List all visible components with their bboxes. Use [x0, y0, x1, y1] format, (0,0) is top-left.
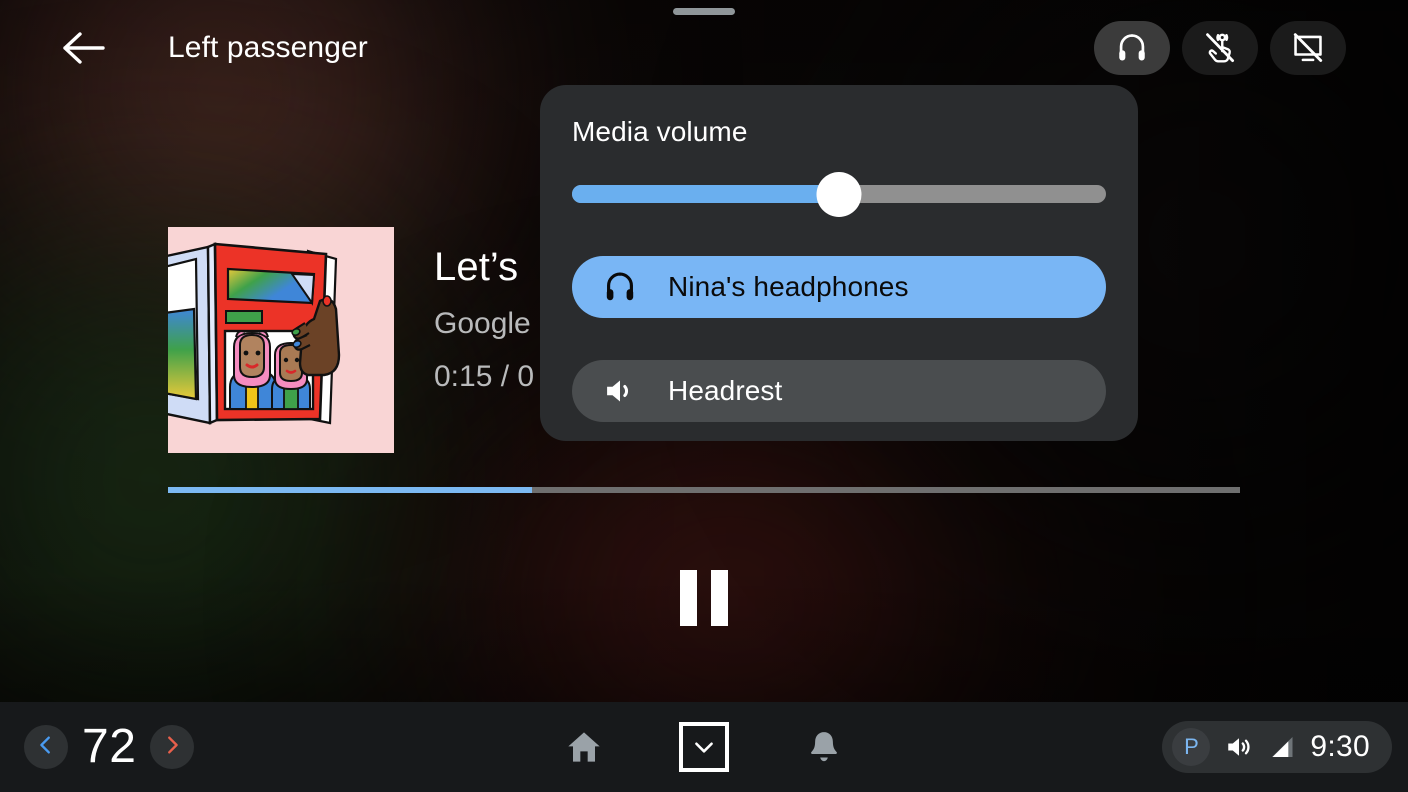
transport-controls — [0, 566, 1408, 630]
touch-disabled-button[interactable] — [1182, 21, 1258, 75]
device-label: Nina's headphones — [668, 271, 909, 302]
rear-seat-media-screen: Left passenger Let’s Google 0:15 / 0 Med… — [0, 0, 1408, 792]
nav-notifications-button[interactable] — [797, 720, 851, 774]
headphones-icon — [1115, 31, 1149, 65]
headphones-icon — [602, 269, 642, 305]
touch-off-icon — [1203, 31, 1237, 65]
chevron-down-icon — [691, 734, 717, 760]
status-pill[interactable]: P 9:30 — [1162, 721, 1392, 773]
slider-thumb[interactable] — [816, 172, 862, 217]
bottom-nav-bar: 72 P 9:30 — [0, 702, 1408, 792]
profile-avatar[interactable]: P — [1172, 728, 1211, 766]
home-icon — [564, 727, 604, 767]
progress-fill — [168, 487, 533, 493]
bell-icon — [805, 728, 843, 766]
volume-icon[interactable] — [1224, 732, 1254, 762]
album-art — [168, 227, 394, 453]
device-option-headrest[interactable]: Headrest — [572, 360, 1106, 422]
clock: 9:30 — [1310, 730, 1370, 763]
signal-icon — [1268, 733, 1296, 761]
screen-off-icon — [1291, 31, 1325, 65]
slider-fill — [572, 185, 839, 203]
media-volume-slider[interactable] — [572, 172, 1106, 217]
media-volume-title: Media volume — [572, 116, 748, 147]
playback-progress-bar[interactable] — [168, 487, 1240, 493]
device-option-headphones[interactable]: Nina's headphones — [572, 256, 1106, 318]
device-label: Headrest — [668, 375, 783, 406]
back-button[interactable] — [56, 24, 112, 72]
screen-off-button[interactable] — [1270, 21, 1346, 75]
top-bar: Left passenger — [0, 0, 1408, 96]
speaker-icon — [602, 373, 642, 409]
headphones-button[interactable] — [1094, 21, 1170, 75]
pause-icon — [680, 570, 728, 626]
nav-home-button[interactable] — [557, 720, 611, 774]
page-title: Left passenger — [168, 31, 368, 64]
arrow-back-icon — [62, 30, 106, 66]
nav-app-drawer-button[interactable] — [679, 722, 729, 772]
top-action-group — [1094, 21, 1346, 75]
pause-button[interactable] — [672, 566, 736, 630]
